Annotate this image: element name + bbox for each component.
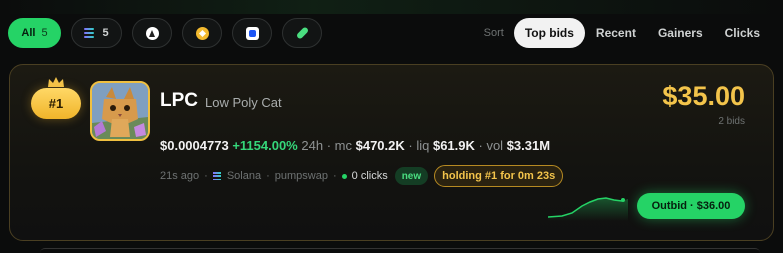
new-badge: new bbox=[394, 167, 429, 185]
base-icon bbox=[245, 26, 259, 40]
sort-clicks-button[interactable]: Clicks bbox=[714, 18, 771, 48]
volume: $3.31M bbox=[506, 138, 551, 153]
filter-ethereum-button[interactable] bbox=[132, 18, 172, 48]
rank-badge: #1 bbox=[31, 88, 81, 119]
solana-icon bbox=[84, 28, 95, 38]
next-card-edge bbox=[40, 248, 760, 253]
token-name: Low Poly Cat bbox=[205, 95, 282, 110]
rank-badge-wrap: #1 bbox=[31, 77, 81, 121]
sort-top-bids-button[interactable]: Top bids bbox=[513, 18, 585, 48]
listing-dex: pumpswap bbox=[274, 170, 328, 182]
filter-pump-button[interactable] bbox=[282, 18, 322, 48]
filter-all-label: All bbox=[21, 27, 36, 39]
ethereum-icon bbox=[145, 26, 159, 40]
top-glow bbox=[0, 0, 783, 14]
listing-card[interactable]: #1 LPC Low Poly Cat $0.0004773 +1154.00%… bbox=[9, 64, 774, 241]
live-dot-icon bbox=[341, 173, 347, 179]
filter-solana-count: 5 bbox=[102, 27, 109, 39]
solana-icon bbox=[212, 172, 221, 180]
click-count: 0 clicks bbox=[351, 170, 388, 182]
meta-separator: · bbox=[332, 170, 337, 182]
listing-meta: 21s ago · Solana · pumpswap · 0 clicks n… bbox=[160, 165, 564, 187]
token-avatar bbox=[90, 81, 150, 141]
pump-icon bbox=[295, 26, 309, 40]
sort-gainers-button[interactable]: Gainers bbox=[647, 18, 714, 48]
mc-label: mc bbox=[334, 138, 352, 153]
token-stats: $0.0004773 +1154.00% 24h · mc $470.2K · … bbox=[160, 138, 551, 153]
token-ticker: LPC bbox=[160, 90, 198, 111]
sort-bar: Sort Top bids Recent Gainers Clicks bbox=[484, 18, 771, 48]
low-poly-cat-image bbox=[92, 83, 148, 139]
outbid-button[interactable]: Outbid · $36.00 bbox=[637, 193, 745, 219]
bid-count: 2 bids bbox=[718, 116, 745, 127]
token-price: $0.0004773 bbox=[160, 138, 229, 153]
liquidity: $61.9K bbox=[432, 138, 475, 153]
change-period: 24h bbox=[301, 138, 324, 153]
market-cap: $470.2K bbox=[355, 138, 405, 153]
listing-age: 21s ago bbox=[160, 170, 200, 182]
price-sparkline bbox=[548, 197, 628, 221]
filter-base-button[interactable] bbox=[232, 18, 272, 48]
bid-amount: $35.00 bbox=[662, 81, 745, 111]
price-change: +1154.00% bbox=[232, 138, 298, 153]
vol-label: vol bbox=[486, 138, 504, 153]
sort-label: Sort bbox=[483, 27, 504, 39]
filter-all-count: 5 bbox=[41, 27, 48, 39]
liq-label: liq bbox=[416, 138, 430, 153]
filter-bnb-button[interactable] bbox=[182, 18, 222, 48]
listing-chain: Solana bbox=[226, 170, 262, 182]
meta-separator: · bbox=[204, 170, 208, 182]
chain-filters: All 5 5 bbox=[8, 18, 322, 48]
bnb-icon bbox=[195, 26, 209, 40]
crown-icon bbox=[48, 77, 64, 87]
filter-all-button[interactable]: All 5 bbox=[8, 18, 61, 48]
filter-solana-button[interactable]: 5 bbox=[71, 18, 122, 48]
sort-recent-button[interactable]: Recent bbox=[585, 18, 647, 48]
meta-separator: · bbox=[266, 170, 270, 182]
holding-badge: holding #1 for 0m 23s bbox=[434, 165, 564, 187]
